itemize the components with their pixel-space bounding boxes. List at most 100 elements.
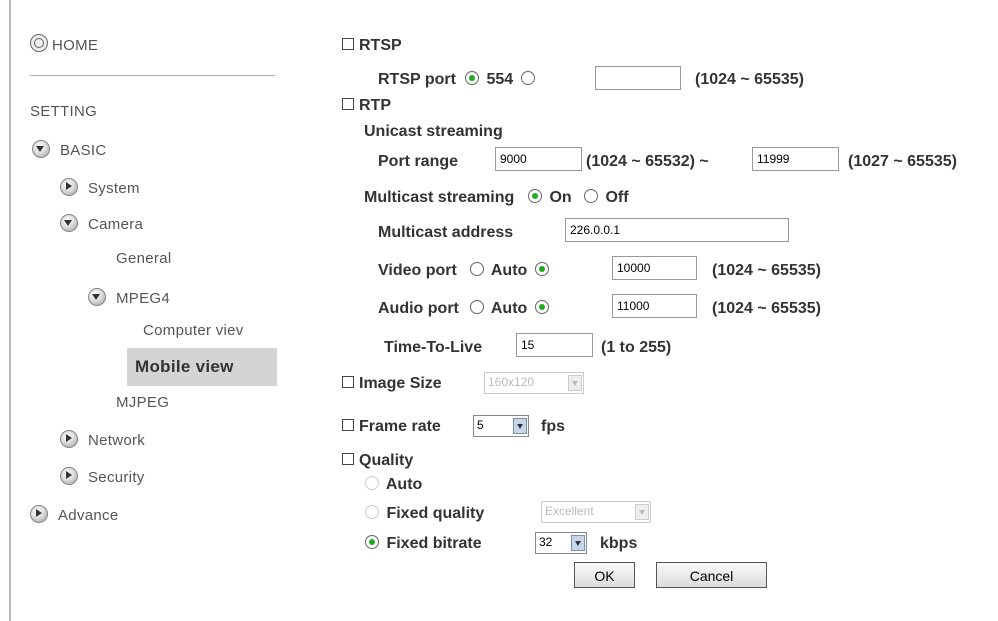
- chevron-right-icon: [60, 430, 78, 448]
- bitrate-select[interactable]: 32: [535, 532, 587, 554]
- audio-port-range-hint: (1024 ~ 65535): [712, 300, 821, 317]
- section-bullet-icon: [342, 453, 354, 465]
- chevron-down-icon: [513, 418, 527, 434]
- radio-unselected-icon[interactable]: [470, 262, 484, 276]
- audio-port-label: Audio port: [378, 300, 459, 317]
- radio-unselected-icon[interactable]: [520, 71, 535, 85]
- sidebar-item-mpeg4[interactable]: MPEG4: [88, 288, 170, 307]
- sidebar-item-security[interactable]: Security: [60, 467, 145, 486]
- rtsp-port-label: RTSP port: [378, 71, 456, 88]
- home-label: HOME: [52, 37, 99, 54]
- port-range-label: Port range: [378, 153, 459, 170]
- radio-selected-icon[interactable]: [465, 71, 479, 85]
- sidebar: HOME SETTING BASIC System Camera General…: [0, 0, 285, 621]
- fixed-quality-option[interactable]: Fixed quality: [362, 505, 484, 523]
- fixed-bitrate-option[interactable]: Fixed bitrate: [362, 535, 482, 553]
- bitrate-unit: kbps: [600, 535, 638, 552]
- port-start-range-hint: (1024 ~ 65532) ~: [586, 153, 709, 170]
- sidebar-item-mobile-view[interactable]: Mobile view: [135, 357, 234, 377]
- sidebar-setting-heading: SETTING: [30, 103, 98, 120]
- chevron-right-icon: [60, 467, 78, 485]
- radio-selected-icon[interactable]: [534, 262, 549, 276]
- home-icon: [30, 34, 48, 52]
- advance-label: Advance: [58, 507, 119, 524]
- sidebar-item-camera[interactable]: Camera: [60, 214, 143, 233]
- chevron-down-icon: [571, 535, 585, 551]
- multicast-off-option[interactable]: Off: [581, 189, 629, 207]
- radio-selected-icon[interactable]: [534, 300, 549, 314]
- section-bullet-icon: [342, 98, 354, 110]
- quality-title: Quality: [359, 452, 414, 469]
- section-bullet-icon: [342, 376, 354, 388]
- sidebar-item-advance[interactable]: Advance: [30, 505, 118, 524]
- section-bullet-icon: [342, 419, 354, 431]
- multicast-address-label: Multicast address: [378, 224, 514, 241]
- rtsp-custom-port-input[interactable]: [595, 66, 681, 90]
- chevron-right-icon: [30, 505, 48, 523]
- basic-label: BASIC: [60, 142, 107, 159]
- security-label: Security: [88, 469, 145, 486]
- image-size-title: Image Size: [359, 375, 442, 392]
- fixed-quality-select[interactable]: Excellent: [541, 501, 651, 523]
- radio-selected-icon[interactable]: [365, 535, 379, 549]
- chevron-down-icon: [635, 504, 649, 520]
- sidebar-item-home[interactable]: HOME: [30, 34, 98, 54]
- video-port-input[interactable]: [612, 256, 697, 280]
- multicast-off-label: Off: [605, 189, 629, 206]
- ttl-label: Time-To-Live: [384, 339, 483, 356]
- rtsp-section-header: RTSP: [342, 37, 402, 55]
- rtp-title: RTP: [359, 97, 391, 114]
- frame-rate-select[interactable]: 5: [473, 415, 529, 437]
- radio-unselected-icon[interactable]: [470, 300, 484, 314]
- fixed-quality-value: Excellent: [545, 504, 594, 518]
- ttl-input[interactable]: [516, 333, 593, 357]
- chevron-down-icon: [88, 288, 106, 306]
- fixed-bitrate-label: Fixed bitrate: [386, 535, 482, 552]
- ttl-range-hint: (1 to 255): [601, 339, 672, 356]
- rtsp-port-range-hint: (1024 ~ 65535): [695, 71, 804, 88]
- video-auto-label: Auto: [490, 262, 528, 279]
- quality-section: Quality: [342, 452, 413, 470]
- rtsp-title: RTSP: [359, 37, 402, 54]
- video-port-range-hint: (1024 ~ 65535): [712, 262, 821, 279]
- rtp-section-header: RTP: [342, 97, 391, 115]
- radio-unselected-icon[interactable]: [584, 189, 598, 203]
- port-end-range-hint: (1027 ~ 65535): [848, 153, 957, 170]
- quality-auto-label: Auto: [385, 476, 423, 493]
- port-range-end-input[interactable]: [752, 147, 839, 171]
- radio-disabled-icon[interactable]: [365, 476, 379, 490]
- ok-button[interactable]: OK: [574, 562, 635, 588]
- fixed-quality-label: Fixed quality: [386, 505, 485, 522]
- image-size-select[interactable]: 160x120: [484, 372, 584, 394]
- multicast-on-option[interactable]: On: [525, 189, 572, 207]
- audio-auto-label: Auto: [490, 300, 528, 317]
- quality-auto-option[interactable]: Auto: [362, 476, 422, 494]
- chevron-down-icon: [568, 375, 582, 391]
- frame-rate-unit: fps: [541, 418, 565, 435]
- multicast-address-input[interactable]: [565, 218, 789, 242]
- frame-rate-section: Frame rate: [342, 418, 441, 436]
- system-label: System: [88, 180, 140, 197]
- radio-selected-icon[interactable]: [528, 189, 542, 203]
- sidebar-item-basic[interactable]: BASIC: [32, 140, 107, 159]
- frame-rate-value: 5: [477, 418, 484, 432]
- sidebar-item-system[interactable]: System: [60, 178, 140, 197]
- video-port-auto-option[interactable]: Auto: [467, 262, 552, 280]
- image-size-value: 160x120: [488, 375, 535, 389]
- video-port-label: Video port: [378, 262, 457, 279]
- sidebar-item-mjpeg[interactable]: MJPEG: [116, 394, 169, 411]
- cancel-button[interactable]: Cancel: [656, 562, 767, 588]
- image-size-section: Image Size: [342, 375, 442, 393]
- rtsp-port-default-option[interactable]: 554: [462, 71, 538, 89]
- audio-port-auto-option[interactable]: Auto: [467, 300, 552, 318]
- mpeg4-label: MPEG4: [116, 290, 171, 307]
- radio-disabled-icon[interactable]: [365, 505, 379, 519]
- bitrate-value: 32: [539, 535, 553, 549]
- audio-port-input[interactable]: [612, 294, 697, 318]
- section-bullet-icon: [342, 38, 354, 50]
- port-range-start-input[interactable]: [495, 147, 582, 171]
- sidebar-item-general[interactable]: General: [116, 250, 171, 267]
- chevron-down-icon: [32, 140, 50, 158]
- sidebar-item-network[interactable]: Network: [60, 430, 145, 449]
- sidebar-item-computer-view[interactable]: Computer viev: [143, 322, 244, 339]
